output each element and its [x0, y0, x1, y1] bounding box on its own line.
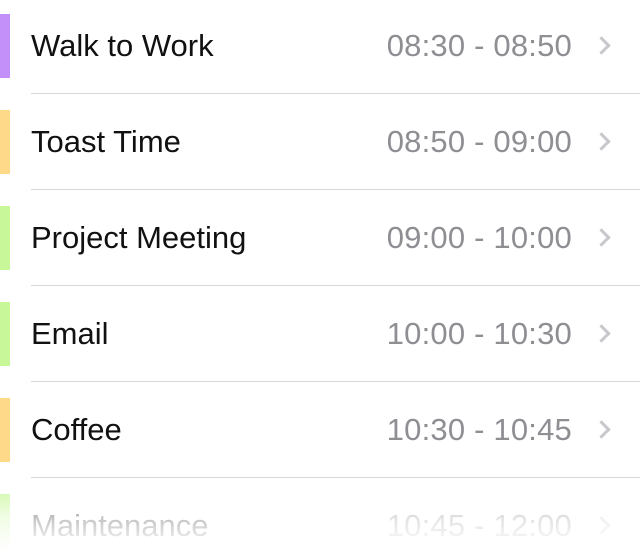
- event-time-range: 08:50 - 09:00: [386, 124, 572, 159]
- category-color-stripe: [0, 398, 10, 462]
- chevron-right-icon: [592, 516, 611, 535]
- schedule-list: Walk to Work 08:30 - 08:50 Toast Time 08…: [0, 0, 640, 550]
- chevron-right-icon: [592, 36, 611, 55]
- schedule-row-project-meeting[interactable]: Project Meeting 09:00 - 10:00: [0, 190, 640, 286]
- category-color-stripe: [0, 110, 10, 174]
- event-title: Email: [31, 316, 109, 351]
- category-color-stripe: [0, 206, 10, 270]
- event-title: Coffee: [31, 412, 122, 447]
- schedule-row-toast-time[interactable]: Toast Time 08:50 - 09:00: [0, 94, 640, 190]
- event-time-range: 10:00 - 10:30: [386, 316, 572, 351]
- category-color-stripe: [0, 494, 10, 550]
- event-time-range: 10:30 - 10:45: [386, 412, 572, 447]
- event-title: Walk to Work: [31, 28, 214, 63]
- event-title: Maintenance: [31, 508, 209, 543]
- chevron-right-icon: [592, 132, 611, 151]
- schedule-row-walk-to-work[interactable]: Walk to Work 08:30 - 08:50: [0, 0, 640, 94]
- category-color-stripe: [0, 14, 10, 78]
- schedule-row-maintenance[interactable]: Maintenance 10:45 - 12:00: [0, 478, 640, 550]
- chevron-right-icon: [592, 420, 611, 439]
- category-color-stripe: [0, 302, 10, 366]
- chevron-right-icon: [592, 324, 611, 343]
- event-title: Project Meeting: [31, 220, 247, 255]
- event-time-range: 08:30 - 08:50: [386, 28, 572, 63]
- schedule-row-coffee[interactable]: Coffee 10:30 - 10:45: [0, 382, 640, 478]
- schedule-row-email[interactable]: Email 10:00 - 10:30: [0, 286, 640, 382]
- chevron-right-icon: [592, 228, 611, 247]
- event-title: Toast Time: [31, 124, 181, 159]
- event-time-range: 10:45 - 12:00: [386, 508, 572, 543]
- event-time-range: 09:00 - 10:00: [386, 220, 572, 255]
